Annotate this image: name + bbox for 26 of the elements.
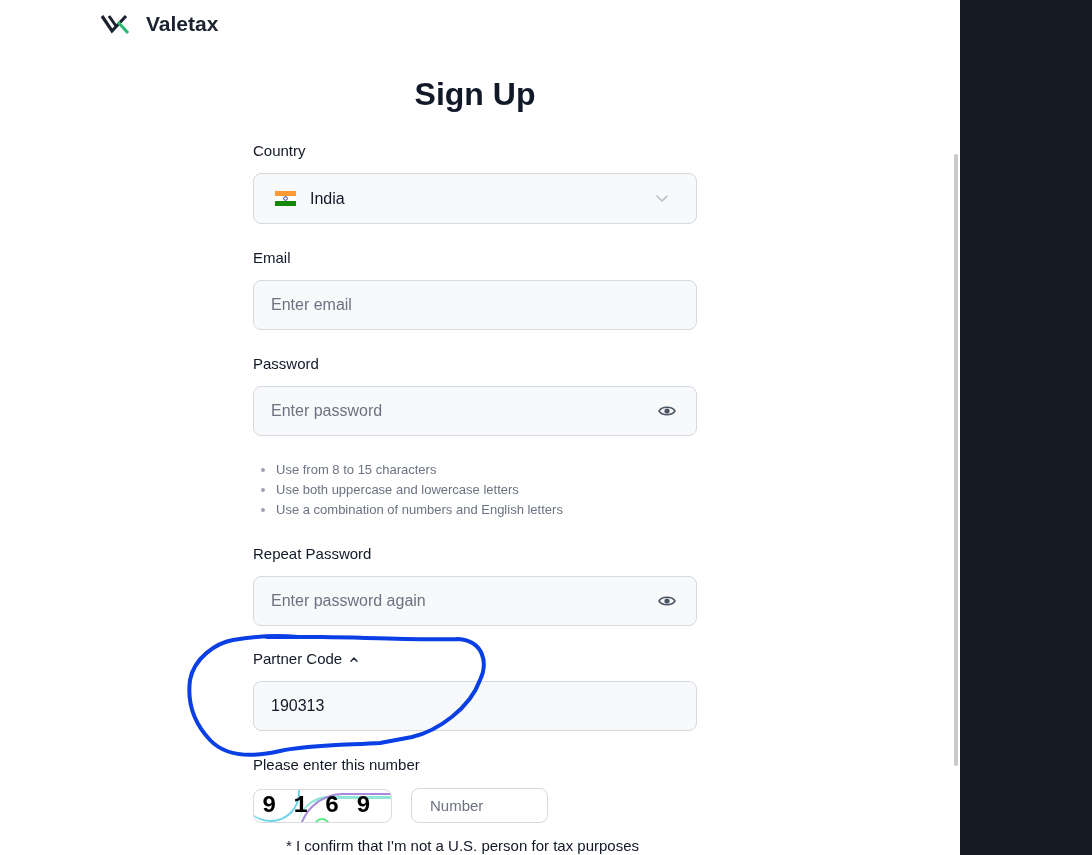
chevron-down-icon [656,195,668,202]
bullet-icon [261,508,265,512]
caret-up-icon[interactable] [350,656,359,662]
field-label: Repeat Password [253,544,372,564]
eye-icon[interactable] [658,405,676,417]
field-label: Password [253,354,319,374]
password-hint: Use from 8 to 15 characters [276,461,437,479]
password-field[interactable]: Enter password again [253,576,697,626]
field-label: Country [253,141,306,161]
country-select[interactable]: India [253,173,697,224]
password-hint: Use a combination of numbers and English letters [276,501,563,519]
page-title: Sign Up [414,75,536,114]
field-label: Email [253,248,291,268]
partner-code-field[interactable]: 190313 [253,681,697,731]
eye-icon[interactable] [658,595,676,607]
bullet-icon [261,468,265,472]
field-label: Partner Code [253,649,343,669]
password-field[interactable]: Enter password [253,386,697,436]
password-hint: Use both uppercase and lowercase letters [276,481,519,499]
email-field[interactable]: Enter email [253,280,697,330]
flag-icon [275,191,296,206]
logo-text: Valetax [146,11,219,36]
captcha-field[interactable]: Number [411,788,548,823]
bullet-icon [261,488,265,492]
captcha-label: Please enter this number [253,755,420,775]
confirmation-text: * I confirm that I'm not a U.S. person for tax purposes [286,837,640,855]
